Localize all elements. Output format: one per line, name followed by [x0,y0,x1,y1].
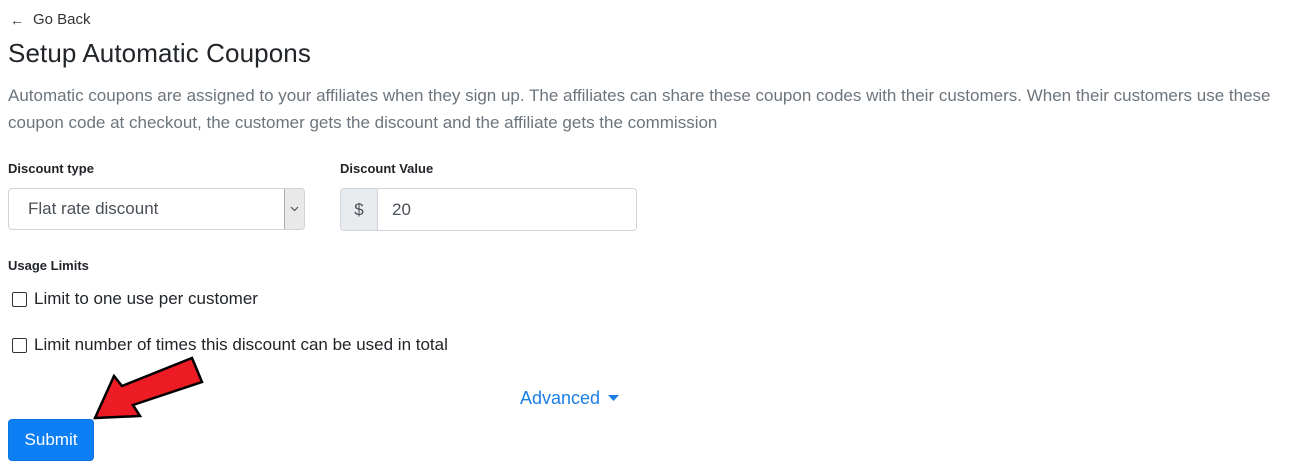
discount-value-label: Discount Value [340,161,434,176]
caret-down-icon [608,394,620,405]
discount-value-input-group: $ [340,188,637,231]
advanced-label: Advanced [520,388,601,408]
limit-one-per-customer-label: Limit to one use per customer [34,289,258,308]
setup-coupons-page: ← Go Back Setup Automatic Coupons Automa… [8,0,1298,467]
page-description: Automatic coupons are assigned to your a… [8,86,1271,132]
discount-type-label: Discount type [8,161,94,176]
usage-limits-label: Usage Limits [8,258,89,273]
advanced-toggle[interactable]: Advanced [520,388,620,409]
chevron-down-icon[interactable] [284,189,304,229]
limit-one-per-customer-option[interactable]: Limit to one use per customer [12,289,258,309]
limit-one-per-customer-checkbox[interactable] [12,291,27,307]
discount-value-input[interactable] [378,189,636,230]
limit-total-uses-label: Limit number of times this discount can … [34,335,448,354]
discount-type-selected-value: Flat rate discount [28,199,159,218]
left-arrow-icon: ← [10,11,24,28]
go-back-label: Go Back [33,11,91,28]
currency-prefix: $ [341,189,378,230]
page-title: Setup Automatic Coupons [8,38,311,68]
red-pointer-arrow-icon [93,356,204,420]
submit-button[interactable]: Submit [8,419,94,461]
limit-total-uses-option[interactable]: Limit number of times this discount can … [12,335,448,355]
go-back-link[interactable]: ← Go Back [10,11,91,28]
limit-total-uses-checkbox[interactable] [12,337,27,353]
discount-type-select[interactable]: Flat rate discount [8,188,305,230]
